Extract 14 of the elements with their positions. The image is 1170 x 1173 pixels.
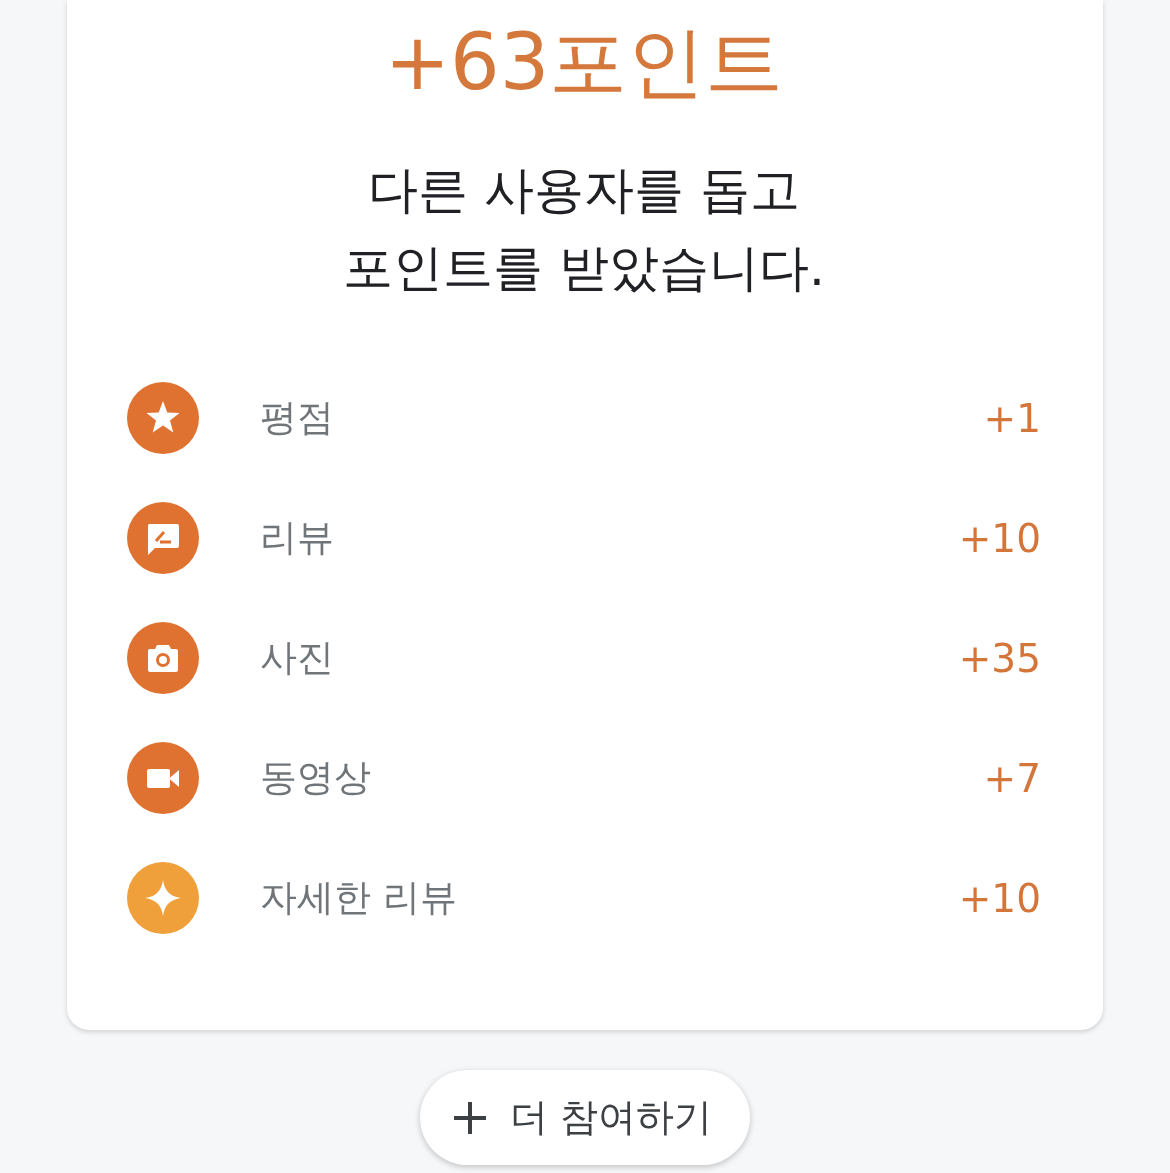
plus-icon <box>453 1101 486 1134</box>
points-value: +10 <box>958 875 1041 921</box>
category-label: 평점 <box>260 395 334 441</box>
points-value: +10 <box>958 515 1041 561</box>
category-label: 리뷰 <box>260 515 334 561</box>
category-label: 동영상 <box>260 755 371 801</box>
category-label: 사진 <box>260 635 334 681</box>
points-title: +63포인트 <box>383 16 785 109</box>
points-value: +7 <box>983 755 1041 801</box>
participate-more-button[interactable]: 더 참여하기 <box>419 1070 751 1165</box>
category-label: 자세한 리뷰 <box>260 875 457 921</box>
points-value: +35 <box>958 635 1041 681</box>
message-text: 다른 사용자를 돕고 포인트를 받았습니다. <box>343 160 825 299</box>
points-value: +1 <box>983 395 1041 441</box>
